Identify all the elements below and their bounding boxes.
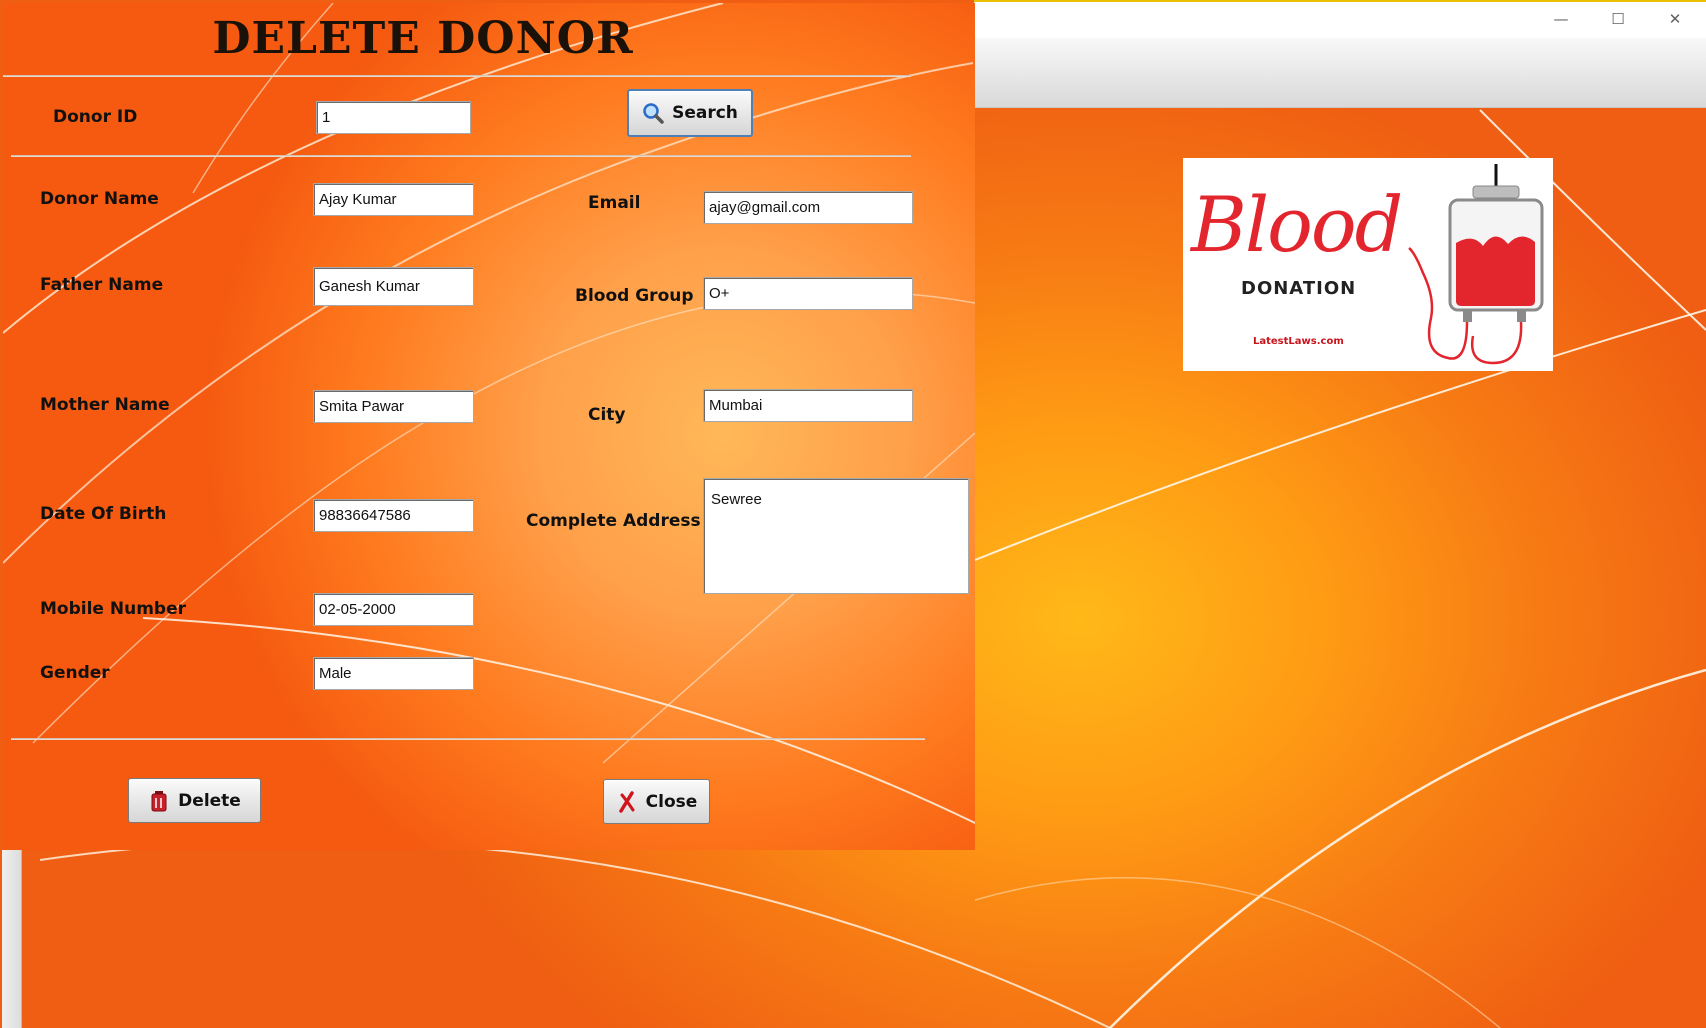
donor-id-label: Donor ID	[53, 107, 138, 127]
dialog-background-curves	[3, 3, 975, 824]
donor-name-label: Donor Name	[40, 189, 159, 209]
delete-button-label: Delete	[178, 790, 241, 811]
city-label: City	[588, 405, 626, 425]
logo-site-text: LatestLaws.com	[1253, 336, 1344, 347]
trash-icon	[148, 790, 170, 812]
mobile-input[interactable]: 02-05-2000	[313, 593, 474, 626]
city-input[interactable]: Mumbai	[703, 389, 913, 422]
dob-label: Date Of Birth	[40, 504, 167, 524]
logo-blood-text: Blood	[1191, 180, 1403, 269]
email-input[interactable]: ajay@gmail.com	[703, 191, 913, 224]
mobile-label: Mobile Number	[40, 599, 186, 619]
mother-name-label: Mother Name	[40, 395, 170, 415]
email-label: Email	[588, 193, 641, 213]
address-textarea[interactable]: Sewree	[703, 478, 969, 594]
mother-name-input[interactable]: Smita Pawar	[313, 390, 474, 423]
maximize-icon[interactable]: ☐	[1595, 6, 1641, 32]
delete-button[interactable]: Delete	[128, 778, 261, 823]
minimize-icon[interactable]: —	[1538, 6, 1584, 32]
search-button-label: Search	[672, 103, 738, 123]
separator-bottom	[11, 738, 925, 740]
close-button-label: Close	[645, 791, 698, 812]
donor-id-input[interactable]: 1	[316, 101, 471, 134]
separator-top	[3, 75, 911, 77]
dialog-title: DELETE DONOR	[212, 13, 634, 64]
close-button[interactable]: Close	[603, 779, 710, 824]
blood-group-label: Blood Group	[575, 286, 694, 306]
search-icon	[642, 102, 664, 124]
address-label: Complete Address	[526, 511, 701, 531]
father-name-label: Father Name	[40, 275, 164, 295]
scrollbar[interactable]	[2, 850, 22, 1028]
logo-donation-text: DONATION	[1241, 278, 1357, 299]
blood-donation-logo: Blood DONATION LatestLaws.com	[1183, 158, 1553, 371]
window-close-icon[interactable]: ✕	[1652, 6, 1698, 32]
father-name-input[interactable]: Ganesh Kumar	[313, 267, 474, 306]
gender-input[interactable]: Male	[313, 657, 474, 690]
dob-input[interactable]: 98836647586	[313, 499, 474, 532]
gender-label: Gender	[40, 663, 110, 683]
separator-mid	[11, 155, 911, 157]
delete-donor-dialog: DELETE DONOR Donor ID 1 Search Donor Nam…	[3, 3, 975, 850]
donor-name-input[interactable]: Ajay Kumar	[313, 183, 474, 216]
blood-group-input[interactable]: O+	[703, 277, 913, 310]
search-button[interactable]: Search	[627, 89, 753, 137]
red-x-icon	[616, 790, 638, 813]
menu-bar	[974, 38, 1706, 108]
